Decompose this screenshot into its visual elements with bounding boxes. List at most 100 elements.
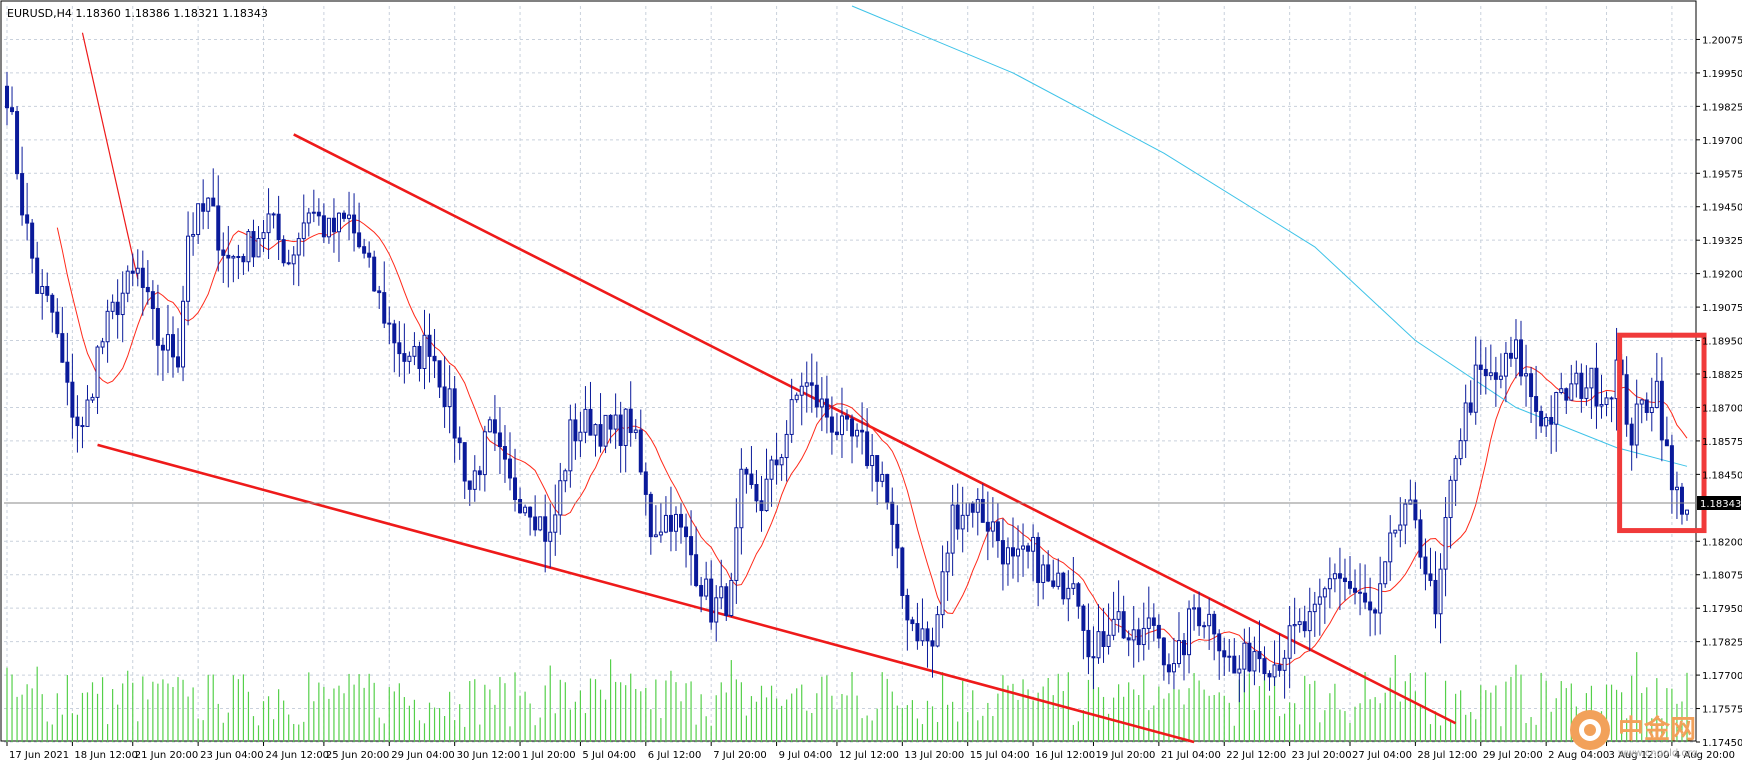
candle-body: [1508, 352, 1513, 359]
candle-body: [140, 267, 145, 288]
x-tick-label: 21 Jun 20:00: [135, 750, 199, 761]
candle-body: [191, 233, 196, 237]
candle-body: [1393, 529, 1398, 534]
candle-body: [845, 415, 849, 420]
candle-body: [266, 213, 271, 234]
candle-body: [1166, 664, 1171, 673]
candle-body: [1197, 607, 1202, 627]
candle-body: [1659, 380, 1664, 441]
chart-svg[interactable]: 1.20075 1.19950 1.19825 1.19700 1.19575 1.194…: [0, 0, 1742, 764]
candle-body: [779, 457, 784, 466]
price-chart[interactable]: 1.20075 1.19950 1.19825 1.19700 1.19575 1.194…: [0, 0, 1742, 764]
candle-body: [382, 292, 387, 324]
candle-body: [925, 628, 930, 642]
candle-body: [1227, 655, 1232, 658]
candle-body: [1559, 388, 1564, 394]
candle-body: [1076, 583, 1081, 607]
candle-body: [1091, 656, 1096, 659]
x-tick-label: 7 Jul 20:00: [713, 750, 767, 761]
candle-body: [1151, 617, 1156, 626]
candle-body: [347, 214, 352, 219]
candle-body: [1116, 611, 1121, 620]
candle-body: [1192, 607, 1197, 610]
candle-body: [226, 254, 231, 259]
candle-body: [789, 399, 794, 435]
candle-body: [684, 526, 689, 538]
candle-body: [15, 111, 20, 175]
candle-body: [603, 414, 608, 447]
x-tick-label: 1 Jul 20:00: [522, 750, 576, 761]
candle-body: [668, 514, 673, 532]
candle-body: [1423, 556, 1428, 575]
candle-body: [523, 506, 528, 514]
candle-body: [1453, 458, 1458, 481]
candle-body: [754, 484, 759, 502]
candle-body: [729, 579, 734, 616]
x-tick-label: 18 Jun 12:00: [74, 750, 138, 761]
candle-body: [865, 431, 870, 467]
candle-body: [975, 498, 980, 513]
candle-body: [1292, 624, 1297, 627]
candle-body: [256, 238, 261, 258]
candle-body: [306, 212, 311, 224]
candle-body: [1629, 423, 1634, 446]
candle-body: [1569, 383, 1574, 401]
candle-body: [1131, 629, 1136, 641]
candle-body: [407, 355, 412, 362]
x-tick-label: 13 Jul 20:00: [904, 750, 964, 761]
candle-body: [1519, 339, 1524, 377]
candle-body: [1312, 603, 1317, 613]
candle-body: [950, 504, 955, 554]
candle-body: [673, 513, 678, 532]
candle-body: [769, 459, 774, 480]
candle-body: [502, 446, 507, 460]
candle-body: [930, 640, 935, 647]
candle-body: [850, 418, 855, 437]
candle-body: [55, 311, 60, 335]
candle-body: [814, 384, 819, 408]
candle-body: [739, 468, 744, 529]
candle-body: [80, 425, 85, 428]
candle-body: [1066, 587, 1071, 600]
candle-body: [839, 415, 844, 436]
candle-body: [1458, 440, 1463, 460]
candle-body: [130, 270, 135, 274]
candle-body: [372, 256, 377, 292]
candle-body: [402, 353, 407, 362]
candle-body: [855, 429, 860, 437]
candle-body: [1564, 388, 1569, 401]
candle-body: [1579, 372, 1584, 399]
candle-body: [809, 382, 814, 386]
candle-body: [558, 480, 563, 516]
candle-body: [1171, 663, 1176, 673]
x-tick-label: 24 Jun 12:00: [266, 750, 330, 761]
candle-body: [804, 382, 809, 387]
candle-body: [583, 408, 588, 433]
candle-body: [1061, 572, 1066, 600]
candle-body: [135, 267, 140, 274]
candle-body: [714, 597, 719, 623]
candle-body: [276, 213, 281, 241]
candle-body: [296, 238, 301, 256]
candle-body: [623, 408, 628, 446]
candle-body: [286, 262, 291, 265]
candle-body: [60, 333, 65, 363]
candle-body: [186, 235, 191, 302]
candle-body: [331, 217, 336, 233]
candle-body: [362, 246, 367, 254]
candle-body: [1031, 536, 1036, 552]
candle-body: [935, 614, 940, 647]
candle-body: [648, 493, 653, 538]
candle-body: [181, 300, 186, 368]
y-tick-label: 1.19450: [1702, 203, 1742, 214]
candle-body: [1267, 673, 1272, 678]
candle-body: [1287, 625, 1292, 659]
y-tick-label: 1.18700: [1702, 403, 1742, 414]
candle-body: [860, 429, 865, 433]
candle-body: [528, 506, 533, 518]
candle-body: [1378, 583, 1383, 614]
candle-body: [563, 470, 568, 482]
y-tick-label: 1.18200: [1702, 537, 1742, 548]
candle-body: [1182, 640, 1187, 656]
candle-body: [1327, 578, 1332, 590]
